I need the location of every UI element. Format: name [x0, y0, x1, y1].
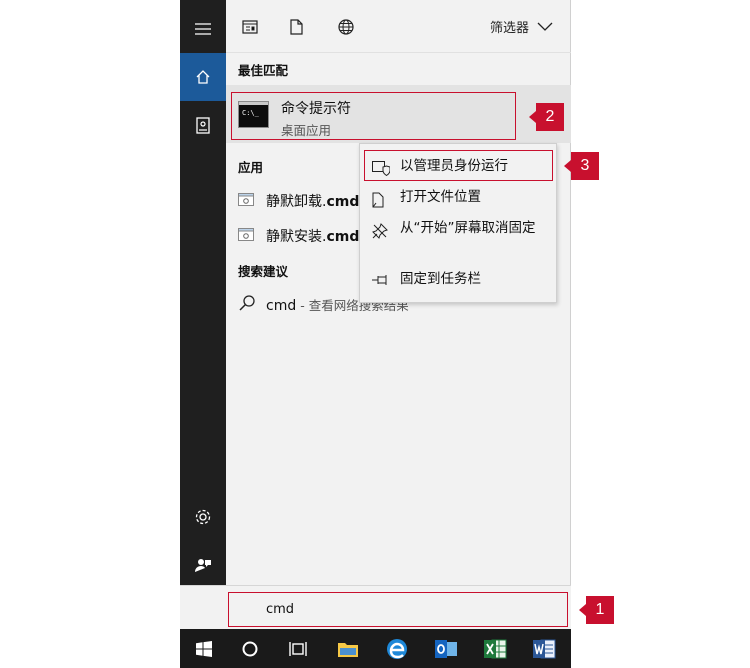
menu-button[interactable]	[180, 5, 226, 53]
gear-icon	[195, 509, 211, 525]
word-button[interactable]	[520, 629, 568, 668]
script-file-icon	[238, 228, 254, 241]
tab-documents[interactable]	[284, 15, 308, 39]
filter-tabs: 筛选器	[226, 0, 571, 53]
hamburger-icon	[195, 23, 211, 35]
cortana-button[interactable]	[226, 629, 274, 668]
callout-badge-1: 1	[579, 596, 614, 624]
start-rail	[180, 0, 226, 629]
home-button[interactable]	[180, 53, 226, 101]
tab-web[interactable]	[334, 15, 358, 39]
notebook-icon	[196, 116, 210, 134]
task-view-icon	[289, 641, 307, 656]
feedback-button[interactable]	[180, 541, 226, 589]
document-icon	[289, 19, 303, 35]
suggestions-heading: 搜索建议	[238, 264, 289, 279]
app-result-label: 静默卸载.cmd	[266, 194, 360, 210]
unpin-icon	[372, 223, 388, 239]
taskbar	[180, 629, 571, 668]
notebook-button[interactable]	[180, 101, 226, 149]
outlook-icon	[435, 639, 457, 658]
apps-tab-icon	[242, 20, 258, 34]
settings-button[interactable]	[180, 493, 226, 541]
filter-dropdown[interactable]: 筛选器	[490, 17, 553, 36]
globe-icon	[338, 19, 354, 35]
task-view-button[interactable]	[274, 629, 322, 668]
callout-highlight-3	[364, 150, 553, 181]
pin-icon	[372, 275, 387, 285]
menu-item-label: 从“开始”屏幕取消固定	[400, 220, 536, 236]
windows-logo-icon	[196, 640, 212, 657]
word-icon	[533, 639, 556, 658]
file-location-icon	[372, 192, 384, 208]
tab-all[interactable]	[238, 15, 262, 39]
apps-heading: 应用	[238, 160, 264, 175]
callout-badge-3: 3	[564, 152, 599, 180]
menu-item-unpin-from-start[interactable]: 从“开始”屏幕取消固定	[360, 219, 558, 261]
home-icon	[196, 70, 210, 84]
filter-label: 筛选器	[489, 21, 529, 36]
start-button[interactable]	[180, 629, 228, 668]
edge-browser-icon	[387, 638, 407, 659]
menu-item-label: 固定到任务栏	[400, 271, 481, 287]
menu-item-open-file-location[interactable]: 打开文件位置	[360, 188, 558, 210]
menu-item-pin-to-taskbar[interactable]: 固定到任务栏	[360, 270, 558, 292]
search-icon	[239, 295, 255, 311]
callout-highlight-2	[231, 92, 516, 140]
best-match-heading: 最佳匹配	[238, 63, 289, 78]
excel-icon	[484, 639, 507, 658]
folder-icon	[338, 642, 358, 657]
chevron-down-icon	[537, 22, 553, 31]
excel-button[interactable]	[471, 629, 519, 668]
app-result-label: 静默安装.cmd	[266, 229, 360, 245]
user-feedback-icon	[195, 559, 211, 572]
edge-browser-button[interactable]	[373, 629, 421, 668]
file-explorer-button[interactable]	[324, 629, 372, 668]
outlook-button[interactable]	[422, 629, 470, 668]
cortana-circle-icon	[242, 641, 258, 656]
callout-highlight-1	[228, 592, 568, 627]
script-file-icon	[238, 193, 254, 206]
menu-item-label: 打开文件位置	[400, 189, 481, 205]
callout-badge-2: 2	[529, 103, 564, 131]
